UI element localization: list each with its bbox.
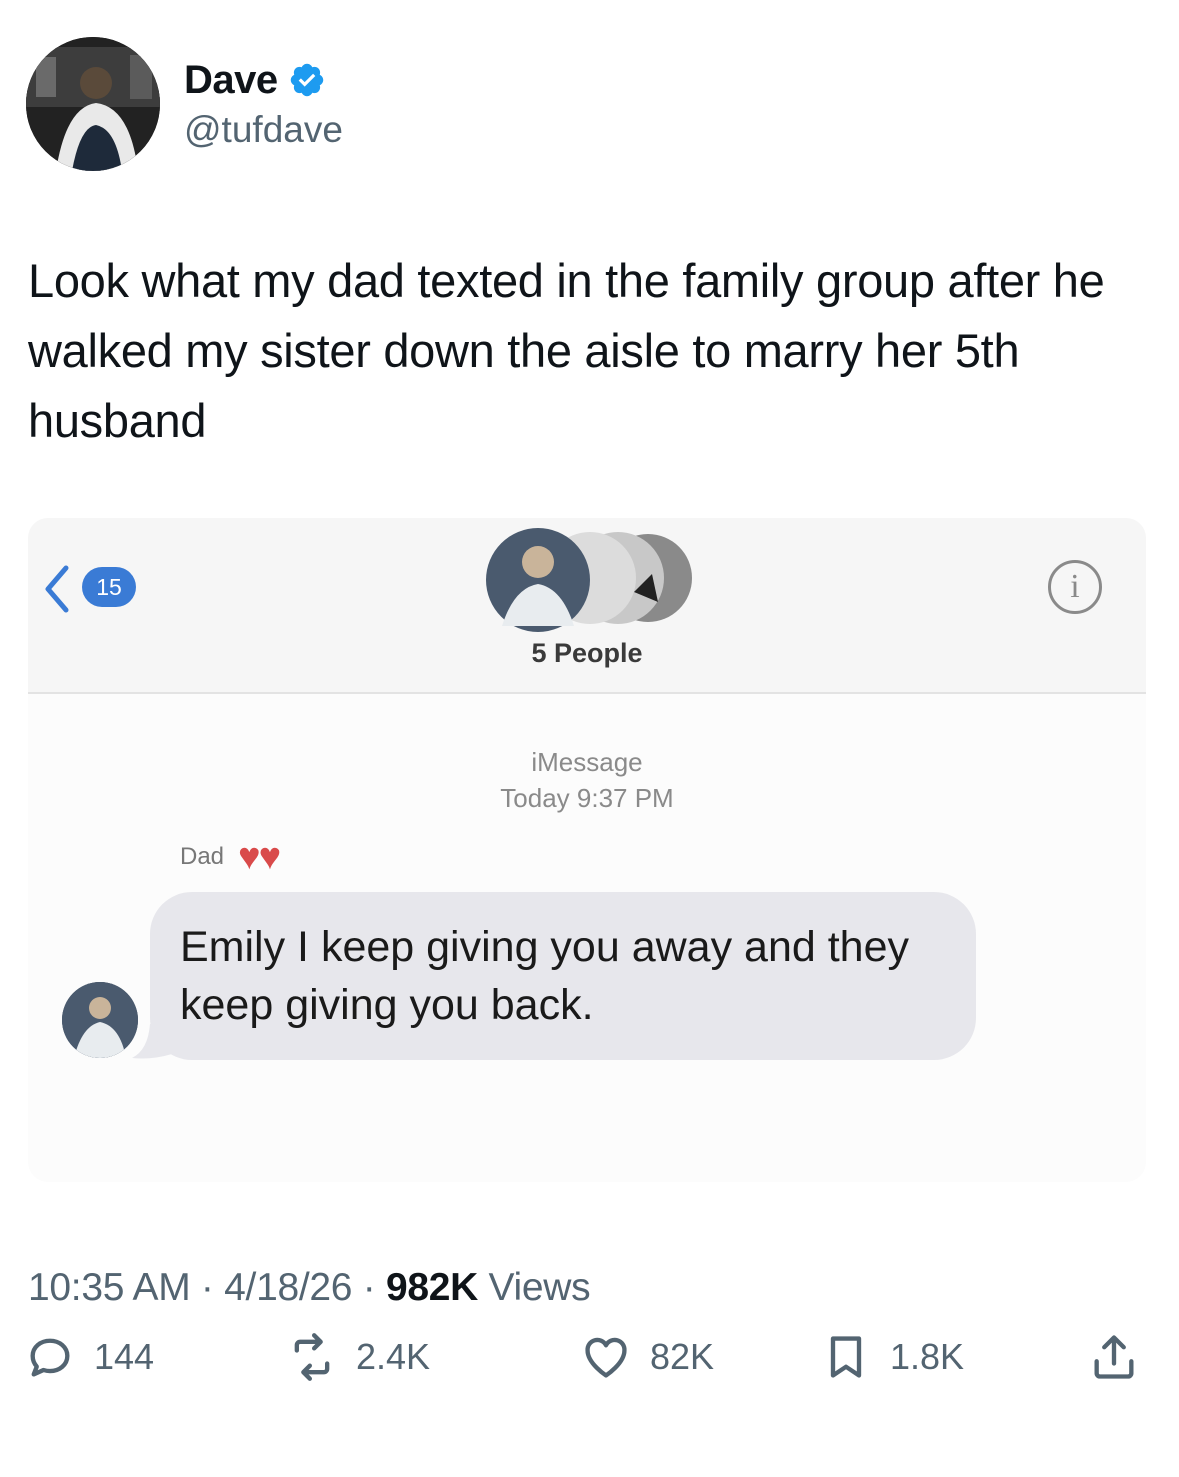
heart-outline-icon <box>585 1337 627 1378</box>
sender-avatar-photo-icon <box>62 982 138 1058</box>
group-name-label: 5 People <box>531 638 643 668</box>
group-avatars-icon <box>486 528 692 632</box>
author-display-name[interactable]: Dave <box>184 58 278 103</box>
author-handle[interactable]: @tufdave <box>184 109 343 151</box>
back-chevron-icon <box>45 565 69 613</box>
like-count: 82K <box>650 1336 715 1377</box>
author-avatar[interactable] <box>26 37 160 171</box>
tweet-time[interactable]: 10:35 AM <box>28 1266 191 1309</box>
repost-icon <box>294 1333 330 1381</box>
message-timestamp: Today 9:37 PM <box>500 783 674 813</box>
avatar-photo-icon <box>26 37 160 171</box>
verified-badge-icon <box>290 63 323 97</box>
imessage-nav-bar: 15 5 People i <box>28 518 1146 694</box>
repost-button[interactable]: 2.4K <box>286 1330 430 1384</box>
info-icon: i <box>1048 560 1102 614</box>
tweet-text: Look what my dad texted in the family gr… <box>28 254 1105 447</box>
bookmark-icon <box>830 1336 862 1378</box>
tweet-media-image[interactable]: 15 5 People i iMessage Today 9:37 PM Dad… <box>28 518 1146 1182</box>
reply-icon <box>30 1338 70 1377</box>
sender-name: Dad <box>180 843 225 870</box>
share-icon <box>1094 1335 1134 1379</box>
meta-separator: · <box>190 1266 225 1309</box>
bookmark-button[interactable]: 1.8K <box>820 1330 964 1384</box>
repost-count: 2.4K <box>356 1336 431 1377</box>
share-button[interactable] <box>1088 1330 1140 1384</box>
message-bubble: Emily I keep giving you away and they ke… <box>150 892 976 1060</box>
service-timestamp: iMessage Today 9:37 PM <box>28 744 1146 816</box>
meta-separator: · <box>352 1266 386 1309</box>
views-label: Views <box>488 1266 591 1309</box>
tweet-header: Dave @tufdave <box>26 36 343 172</box>
heart-icon: ♥ <box>238 836 261 878</box>
sender-row: Dad ♥ ♥ <box>180 836 282 878</box>
reply-button[interactable]: 144 <box>24 1330 154 1384</box>
action-bar: 144 2.4K 82K 1.8K <box>24 1330 1154 1390</box>
unread-count-badge: 15 <box>82 567 136 607</box>
heart-emojis: ♥ ♥ <box>238 836 282 878</box>
tweet-date[interactable]: 4/18/26 <box>224 1266 352 1309</box>
service-label: iMessage <box>531 747 643 777</box>
like-button[interactable]: 82K <box>580 1330 714 1384</box>
tweet-meta: 10:35 AM · 4/18/26 · 982K Views <box>28 1266 591 1310</box>
bookmark-count: 1.8K <box>890 1336 965 1377</box>
sender-avatar <box>62 982 138 1058</box>
heart-icon: ♥ <box>258 836 282 878</box>
reply-count: 144 <box>94 1336 155 1377</box>
views-count[interactable]: 982K <box>386 1266 478 1309</box>
